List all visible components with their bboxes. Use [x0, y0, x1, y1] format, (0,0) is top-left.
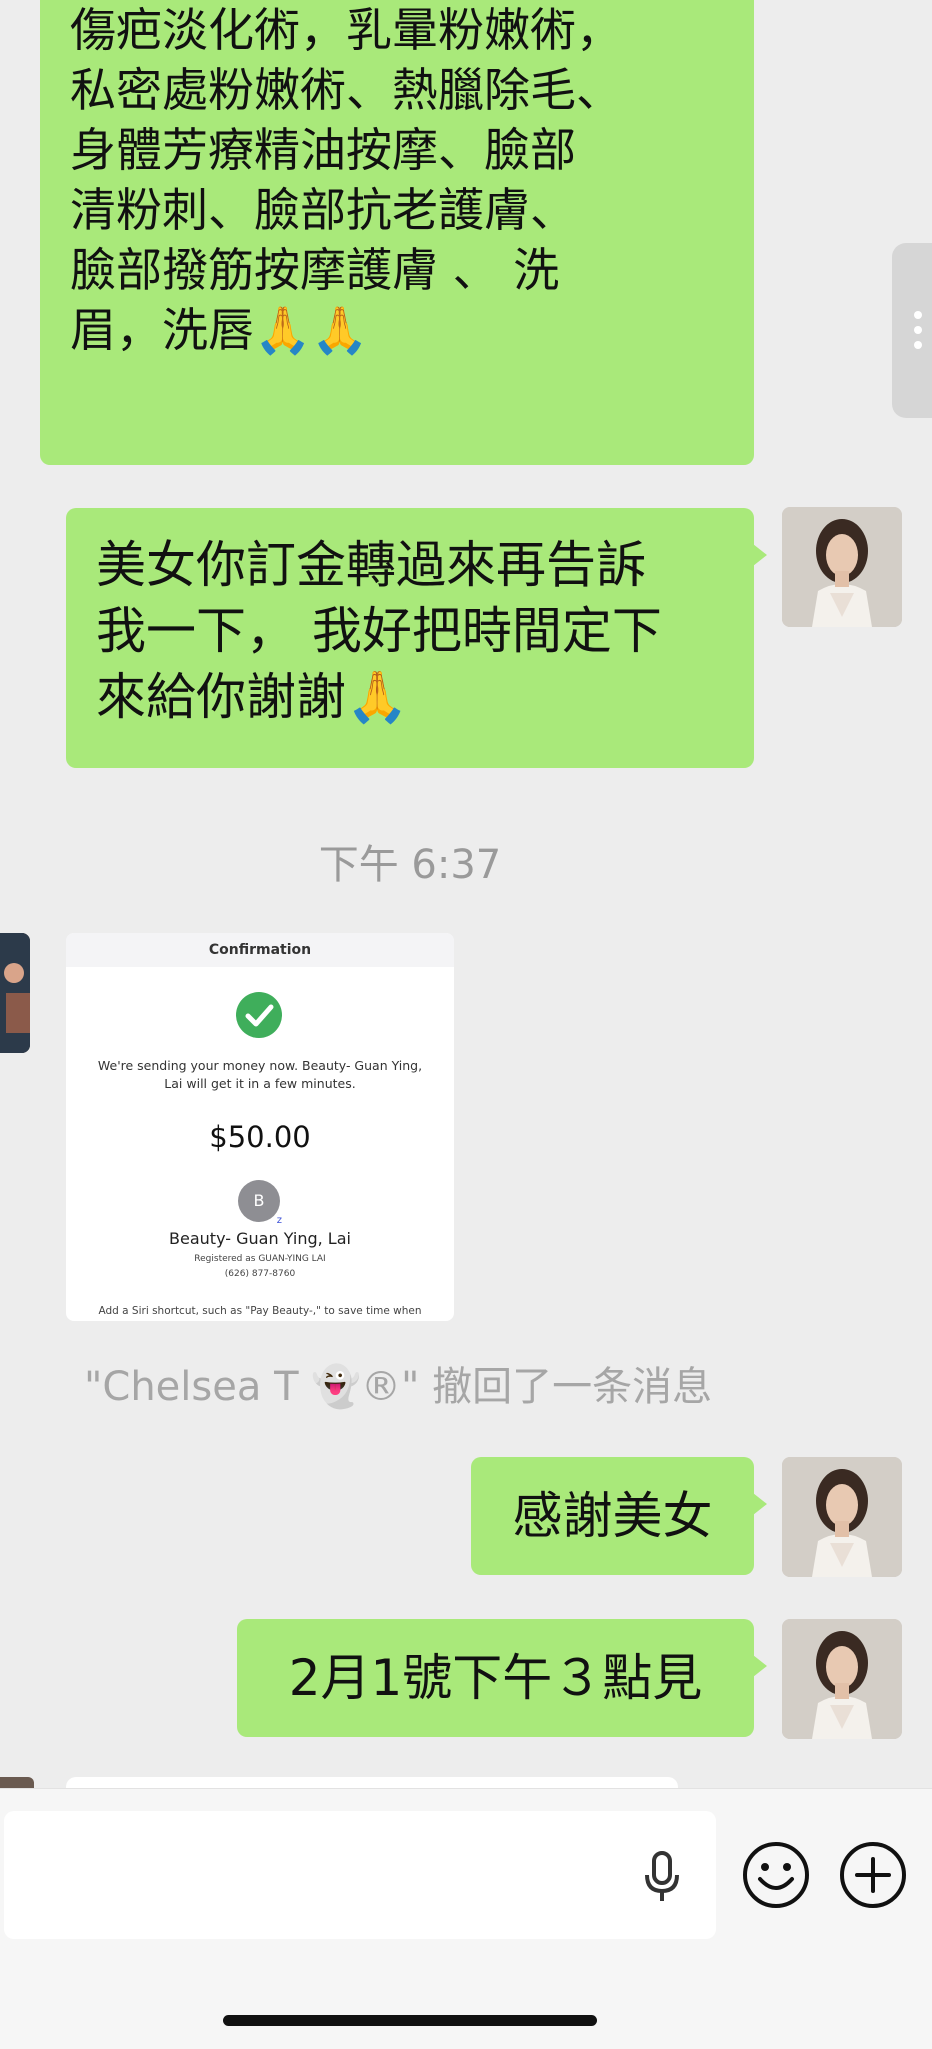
avatar-photo	[782, 507, 902, 627]
payment-receipt-image[interactable]: Confirmation We're sending your money no…	[66, 933, 454, 1321]
more-dots-icon	[914, 311, 922, 349]
pray-emoji: 🙏🙏	[254, 303, 369, 357]
avatar-photo	[0, 933, 30, 1053]
pray-emoji: 🙏	[346, 668, 409, 726]
side-drawer-handle[interactable]	[892, 243, 932, 418]
home-indicator[interactable]	[223, 2015, 597, 2026]
plus-icon[interactable]	[839, 1841, 907, 1909]
recipient-name: Beauty- Guan Ying, Lai	[169, 1229, 351, 1248]
bubble-tail	[753, 544, 767, 566]
recipient-initial: B	[253, 1191, 265, 1210]
zelle-badge: z	[276, 1215, 282, 1226]
message-bubble-deposit[interactable]: 美女你訂金轉過來再告訴 我一下， 我好把時間定下 來給你謝謝🙏	[66, 508, 767, 768]
message-bubble-partial[interactable]	[66, 1777, 678, 1788]
recipient-registered: Registered as GUAN-YING LAI	[194, 1254, 326, 1264]
recipient-avatar: B z	[238, 1180, 282, 1226]
microphone-icon[interactable]	[644, 1851, 680, 1903]
receipt-amount: $50.00	[209, 1120, 311, 1154]
contact-avatar[interactable]	[0, 933, 30, 1053]
message-input[interactable]	[4, 1811, 716, 1939]
recall-notice: "Chelsea T 👻®" 撤回了一条消息	[84, 1364, 713, 1410]
message-bubble-services[interactable]: 傷疤淡化術，乳暈粉嫩術， 私密處粉嫩術、熱臘除毛、 身體芳療精油按摩、臉部 清粉…	[40, 0, 754, 465]
my-avatar[interactable]	[782, 1619, 902, 1739]
chat-area[interactable]: 傷疤淡化術，乳暈粉嫩術， 私密處粉嫩術、熱臘除毛、 身體芳療精油按摩、臉部 清粉…	[0, 0, 932, 1788]
message-bubble-thanks[interactable]: 感謝美女	[471, 1457, 767, 1575]
timestamp: 下午 6:37	[318, 842, 502, 888]
bubble-tail	[753, 1655, 767, 1677]
siri-shortcut-note: Add a Siri shortcut, such as "Pay Beauty…	[98, 1305, 422, 1317]
emoji-icon[interactable]	[742, 1841, 810, 1909]
recipient-phone: (626) 877-8760	[224, 1269, 296, 1279]
check-icon	[236, 992, 282, 1038]
avatar-photo	[782, 1457, 902, 1577]
receipt-message: We're sending your money now. Beauty- Gu…	[97, 1058, 423, 1091]
my-avatar[interactable]	[782, 1457, 902, 1577]
message-text: 2月1號下午３點見	[288, 1649, 703, 1707]
contact-avatar-partial[interactable]	[0, 1777, 34, 1788]
my-avatar[interactable]	[782, 507, 902, 627]
input-bar	[0, 1788, 932, 2049]
avatar-photo	[782, 1619, 902, 1739]
receipt-header: Confirmation	[66, 933, 454, 967]
message-bubble-appointment[interactable]: 2月1號下午３點見	[237, 1619, 767, 1737]
bubble-tail	[753, 1493, 767, 1515]
message-text: 感謝美女	[512, 1487, 713, 1545]
